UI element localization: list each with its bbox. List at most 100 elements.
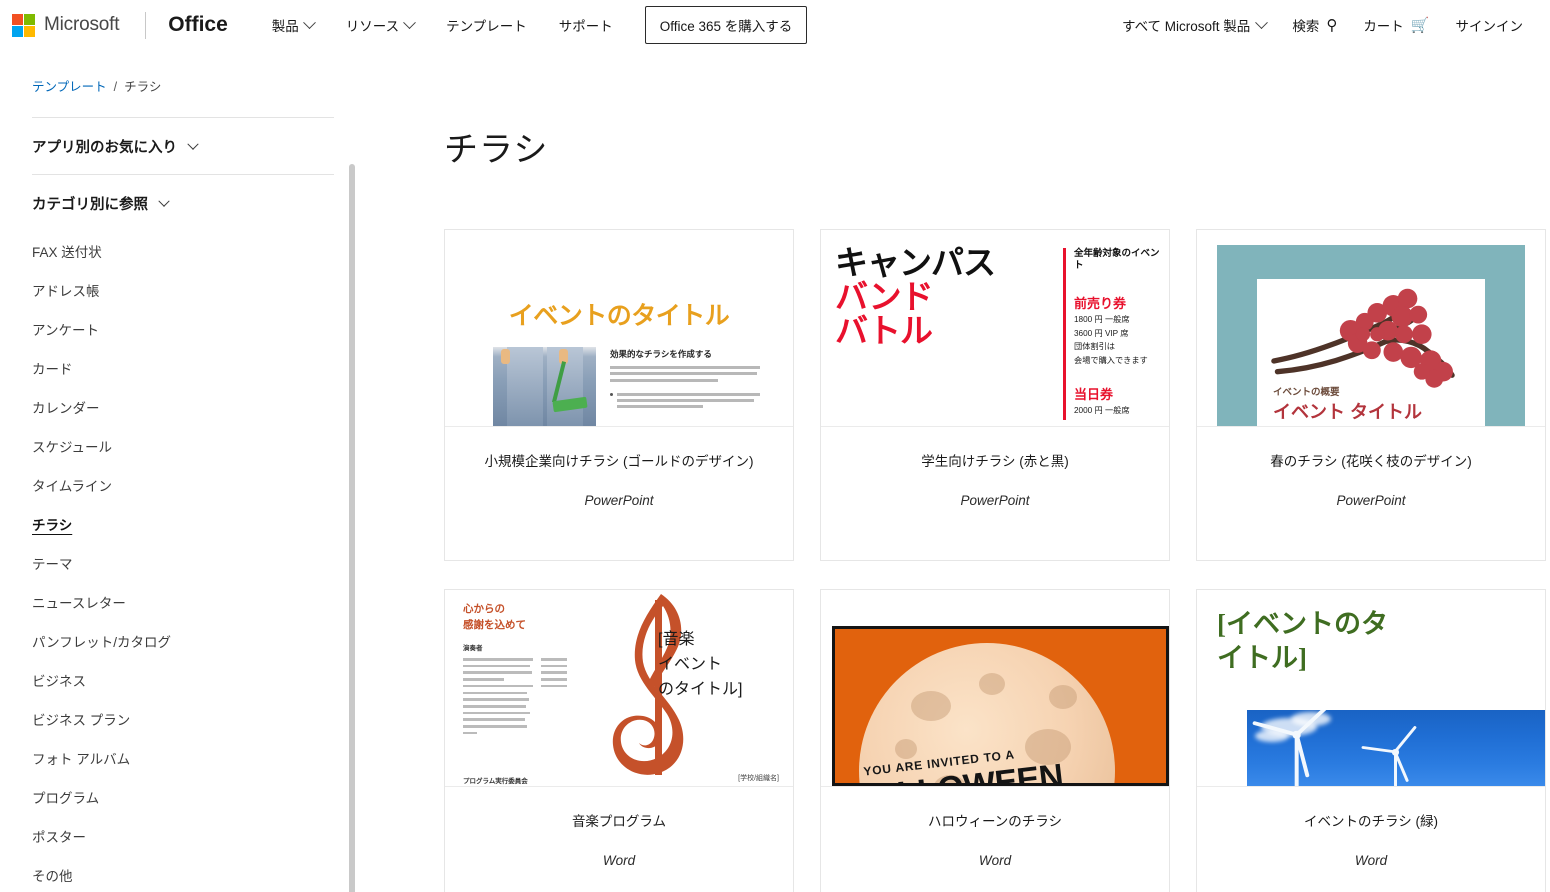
sidebar-item-schedule[interactable]: スケジュール [32, 426, 334, 465]
chevron-down-icon [1255, 15, 1269, 29]
wind-turbine-icon [1252, 710, 1417, 786]
template-card-event-green[interactable]: [イベントのタ イトル] イベントのチラシ (緑) Word [1196, 589, 1546, 892]
nav-item-products[interactable]: 製品 [256, 9, 330, 41]
nav-item-templates[interactable]: テンプレート [430, 9, 543, 41]
template-card-app: Word [602, 852, 636, 868]
sidebar-item-program[interactable]: プログラム [32, 777, 334, 816]
thumb-teal-frame: イベントの概要 イベント タイトル [1217, 245, 1525, 426]
chevron-down-icon [302, 15, 316, 29]
sidebar-item-other[interactable]: その他 [32, 855, 334, 892]
thumb-accent-rule [1063, 248, 1066, 420]
cart-icon: 🛒 [1410, 16, 1430, 34]
nav-item-templates-label: テンプレート [446, 19, 527, 34]
thumb-doorsale-heading: 当日券 [1074, 387, 1114, 403]
page-body: テンプレート / チラシ アプリ別のお気に入り カテゴリ別に参照 FAX 送付状 ア… [0, 50, 1550, 892]
template-card-spring-blossom[interactable]: イベントの概要 イベント タイトル 春のチラシ (花咲く枝のデザイン) Powe… [1196, 229, 1546, 561]
thumb-title-line1: [イベントのタ [1217, 609, 1388, 639]
sidebar-item-calendar[interactable]: カレンダー [32, 387, 334, 426]
sidebar-item-photo-album[interactable]: フォト アルバム [32, 738, 334, 777]
sidebar-scrollbar[interactable] [349, 164, 355, 892]
template-card-meta: 音楽プログラム Word [445, 787, 793, 892]
breadcrumb-root-link[interactable]: テンプレート [32, 80, 107, 94]
sidebar-item-business-plan[interactable]: ビジネス プラン [32, 699, 334, 738]
sidebar-item-fax-cover[interactable]: FAX 送付状 [32, 231, 334, 270]
template-card-meta: 小規模企業向けチラシ (ゴールドのデザイン) PowerPoint [445, 427, 793, 560]
breadcrumb-current: チラシ [124, 80, 162, 94]
template-card-app: Word [978, 852, 1012, 868]
template-thumbnail: 心からの 感謝を込めて 演奏者 プログラム実行委員会 [音楽 イベント のタイト… [445, 590, 793, 787]
nav-item-support[interactable]: サポート [543, 9, 629, 41]
chevron-down-icon [403, 15, 416, 29]
template-thumbnail: イベントのタイトル 効果的なチラシを作成する [445, 230, 793, 427]
template-card-student-red-black[interactable]: キャンパス バンド バトル 全年齢対象のイベント 前売り券 1800 円 一般席… [820, 229, 1170, 561]
thumb-performers-label: 演奏者 [463, 645, 483, 652]
sidebar: テンプレート / チラシ アプリ別のお気に入り カテゴリ別に参照 FAX 送付状 ア… [0, 50, 356, 892]
thumb-presale-line-1: 1800 円 一般席 [1074, 314, 1130, 324]
thumb-subtitle: イベントの概要 [1273, 387, 1340, 398]
thumb-body-heading: 効果的なチラシを作成する [610, 349, 712, 359]
thumb-photo-wind-turbines [1247, 710, 1545, 786]
sidebar-group-browse-by-category-label: カテゴリ別に参照 [32, 197, 148, 213]
thumb-headline-line1: キャンパス [835, 244, 996, 281]
office-brand-link[interactable]: Office [168, 13, 228, 37]
microsoft-logo-link[interactable]: Microsoft [12, 13, 120, 37]
template-card-app: PowerPoint [960, 492, 1030, 508]
thumb-title-line2: イトル] [1217, 642, 1307, 673]
template-thumbnail: [イベントのタ イトル] [1197, 590, 1545, 787]
thumb-presale-line-4: 会場で購入できます [1074, 356, 1148, 366]
template-card-halloween[interactable]: YOU ARE INVITED TO A HALLOWEEN PARTY ハロウ… [820, 589, 1170, 892]
sidebar-group-favorites-by-app-label: アプリ別のお気に入り [32, 140, 177, 156]
nav-item-products-label: 製品 [271, 19, 299, 34]
buy-office365-button[interactable]: Office 365 を購入する [644, 6, 808, 44]
search-button[interactable]: 検索 ⚲ [1279, 9, 1350, 41]
nav-item-resources[interactable]: リソース [330, 9, 430, 41]
template-card-music-program[interactable]: 心からの 感謝を込めて 演奏者 プログラム実行委員会 [音楽 イベント のタイト… [444, 589, 794, 892]
sidebar-item-poster[interactable]: ポスター [32, 816, 334, 855]
sidebar-item-theme[interactable]: テーマ [32, 543, 334, 582]
sidebar-item-newsletter[interactable]: ニュースレター [32, 582, 334, 621]
thumb-presale-heading: 前売り券 [1074, 295, 1127, 311]
sidebar-item-card[interactable]: カード [32, 348, 334, 387]
template-card-title: イベントのチラシ (緑) [1304, 814, 1438, 829]
sidebar-group-browse-by-category[interactable]: カテゴリ別に参照 [32, 175, 334, 231]
thumb-headline-line2: バンド [835, 277, 934, 315]
sign-in-button[interactable]: サインイン [1443, 9, 1537, 41]
thumb-headline: イベントのタイトル [508, 302, 730, 330]
thumb-headline: イベント タイトル [1273, 402, 1423, 422]
template-card-meta: 学生向けチラシ (赤と黒) PowerPoint [821, 427, 1169, 560]
thumb-photo-jeans-broom [493, 347, 596, 426]
template-card-title: ハロウィーンのチラシ [927, 814, 1063, 829]
cart-label: カート [1363, 19, 1404, 34]
thumb-heading: 心からの 感謝を込めて [463, 602, 526, 634]
template-thumbnail: YOU ARE INVITED TO A HALLOWEEN PARTY [821, 590, 1169, 787]
thumb-title-line2: イベント [658, 655, 723, 673]
sidebar-item-timeline[interactable]: タイムライン [32, 465, 334, 504]
template-card-meta: イベントのチラシ (緑) Word [1197, 787, 1545, 892]
all-microsoft-products-menu[interactable]: すべて Microsoft 製品 [1109, 9, 1279, 41]
breadcrumb: テンプレート / チラシ [32, 76, 356, 95]
template-card-title: 小規模企業向けチラシ (ゴールドのデザイン) [484, 454, 754, 469]
template-card-meta: 春のチラシ (花咲く枝のデザイン) PowerPoint [1197, 427, 1545, 560]
thumb-poster: YOU ARE INVITED TO A HALLOWEEN PARTY [832, 626, 1169, 786]
thumb-body-text: 効果的なチラシを作成する [610, 348, 760, 412]
primary-nav: 製品 リソース テンプレート サポート [256, 9, 629, 41]
sidebar-item-address-book[interactable]: アドレス帳 [32, 270, 334, 309]
thumb-title-line3: のタイトル] [658, 680, 743, 698]
sidebar-group-favorites-by-app[interactable]: アプリ別のお気に入り [32, 118, 334, 174]
template-card-app: Word [1354, 852, 1388, 868]
search-icon: ⚲ [1326, 16, 1338, 34]
thumb-side-column: 全年齢対象のイベント 前売り券 1800 円 一般席 3600 円 VIP 席 … [1074, 248, 1166, 417]
template-card-small-business-gold[interactable]: イベントのタイトル 効果的なチラシを作成する 小規模企業向けチラシ (ゴールドの… [444, 229, 794, 561]
chevron-down-icon [158, 195, 170, 207]
sidebar-item-business[interactable]: ビジネス [32, 660, 334, 699]
microsoft-logo-icon [12, 13, 35, 37]
sidebar-item-survey[interactable]: アンケート [32, 309, 334, 348]
sidebar-item-brochure-catalog[interactable]: パンフレット/カタログ [32, 621, 334, 660]
microsoft-wordmark: Microsoft [44, 14, 120, 35]
thumb-heading-line1: 心からの [463, 603, 505, 615]
main-content: チラシ イベントのタイトル 効果的なチラシを作成する 小規模企業向けチラシ (ゴ… [356, 50, 1550, 892]
sidebar-item-flyer[interactable]: チラシ [32, 504, 334, 543]
cart-button[interactable]: カート 🛒 [1350, 9, 1442, 41]
thumb-headline-line3: バトル [835, 311, 933, 349]
nav-item-support-label: サポート [558, 19, 613, 34]
